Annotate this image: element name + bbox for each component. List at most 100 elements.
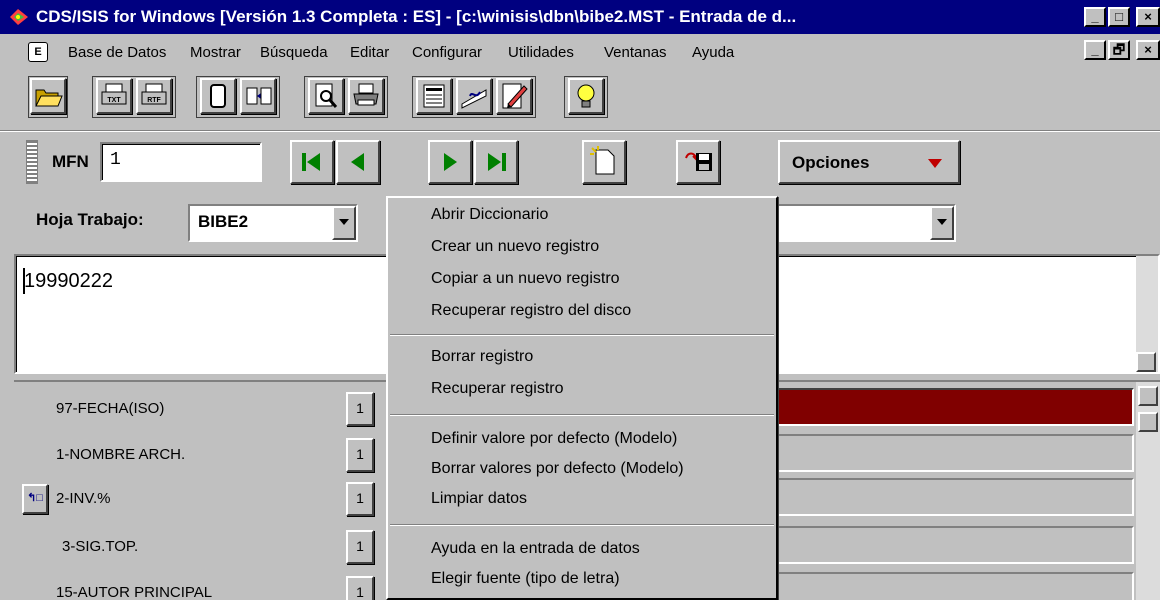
worksheet-dropdown-icon[interactable] [332, 206, 356, 240]
field-rep-sig[interactable]: 1 [346, 530, 374, 564]
field-value-fecha[interactable] [770, 388, 1134, 426]
app-logo-icon [10, 9, 28, 25]
open-folder-button[interactable] [30, 78, 66, 114]
first-record-button[interactable] [290, 140, 334, 184]
scroll-up-icon[interactable] [1138, 386, 1158, 406]
svg-text:TXT: TXT [107, 97, 121, 104]
dropdown-arrow-icon [928, 159, 942, 168]
scroll-down-icon[interactable] [1136, 352, 1156, 372]
mfn-input[interactable]: 1 [100, 142, 262, 182]
lightbulb-icon [577, 84, 595, 108]
save-record-button[interactable] [676, 140, 720, 184]
last-record-icon [488, 153, 506, 171]
menu-busqueda[interactable]: Búsqueda [260, 44, 328, 61]
printer-icon [353, 83, 379, 106]
menu-mostrar[interactable]: Mostrar [190, 44, 241, 61]
print-txt-button[interactable]: TXT [96, 78, 132, 114]
previous-record-button[interactable] [336, 140, 380, 184]
next-record-button[interactable] [428, 140, 472, 184]
sign-button[interactable] [456, 78, 492, 114]
document-menu-icon[interactable]: E [28, 42, 48, 62]
field-rep-nombre[interactable]: 1 [346, 438, 374, 472]
child-close-button[interactable]: × [1136, 40, 1160, 60]
form-button[interactable] [416, 78, 452, 114]
menu-item-abrir-diccionario[interactable]: Abrir Diccionario [431, 206, 548, 224]
new-page-icon [590, 146, 615, 175]
new-page-button[interactable] [582, 140, 626, 184]
menu-item-crear-registro[interactable]: Crear un nuevo registro [431, 238, 599, 256]
record-icon [210, 84, 226, 108]
menu-item-borrar-registro[interactable]: Borrar registro [431, 348, 533, 366]
menu-item-elegir-fuente[interactable]: Elegir fuente (tipo de letra) [431, 570, 620, 588]
field-editor-text: 19990222 [24, 270, 113, 292]
field-label-sig: 3-SIG.TOP. [62, 538, 139, 555]
menu-item-limpiar-datos[interactable]: Limpiar datos [431, 490, 527, 508]
copy-record-icon [246, 87, 272, 105]
printer-rtf-icon: RTF [141, 83, 167, 105]
preview-icon [315, 83, 338, 108]
field-label-nombre: 1-NOMBRE ARCH. [56, 446, 186, 463]
field-value-nombre[interactable] [770, 434, 1134, 472]
worksheet-select[interactable]: BIBE2 [188, 204, 358, 242]
preview-button[interactable] [308, 78, 344, 114]
opciones-context-menu: Abrir Diccionario Crear un nuevo registr… [386, 196, 778, 600]
menu-configurar[interactable]: Configurar [412, 44, 482, 61]
printer-txt-icon: TXT [101, 83, 127, 105]
close-button[interactable]: × [1136, 7, 1160, 27]
form-icon [423, 84, 445, 108]
field-rep-fecha[interactable]: 1 [346, 392, 374, 426]
menu-item-recuperar-disco[interactable]: Recuperar registro del disco [431, 302, 631, 320]
field-label-inv: 2-INV.% [56, 490, 111, 507]
editor-scrollbar[interactable] [1136, 256, 1158, 372]
print-rtf-button[interactable]: RTF [136, 78, 172, 114]
field-value-sig[interactable] [770, 526, 1134, 564]
opciones-label: Opciones [792, 153, 870, 172]
window-title: CDS/ISIS for Windows [Versión 1.3 Comple… [36, 7, 797, 26]
field-label-autor: 15-AUTOR PRINCIPAL [56, 584, 213, 600]
field-rep-inv[interactable]: 1 [346, 482, 374, 516]
menu-utilidades[interactable]: Utilidades [508, 44, 574, 61]
menu-ayuda[interactable]: Ayuda [692, 44, 734, 61]
child-restore-button[interactable]: 🗗 [1108, 40, 1130, 60]
copy-record-button[interactable] [240, 78, 276, 114]
field-rep-autor[interactable]: 1 [346, 576, 374, 600]
print-button[interactable] [348, 78, 384, 114]
help-button[interactable] [568, 78, 604, 114]
save-icon [685, 152, 712, 171]
menu-separator [390, 414, 774, 416]
menu-bar: E Base de Datos Mostrar Búsqueda Editar … [0, 34, 1160, 70]
menu-item-borrar-defecto[interactable]: Borrar valores por defecto (Modelo) [431, 460, 684, 478]
toolbar-grip[interactable] [26, 140, 38, 184]
menu-item-recuperar-registro[interactable]: Recuperar registro [431, 380, 564, 398]
field-value-autor[interactable] [770, 572, 1134, 600]
link-field-icon[interactable]: ↰□ [22, 484, 48, 514]
first-record-icon [302, 153, 320, 171]
second-dropdown-icon[interactable] [930, 206, 954, 240]
menu-base-de-datos[interactable]: Base de Datos [68, 44, 166, 61]
minimize-button[interactable]: _ [1084, 7, 1106, 27]
application-window: CDS/ISIS for Windows [Versión 1.3 Comple… [0, 0, 1160, 600]
opciones-button[interactable]: Opciones [778, 140, 960, 184]
menu-separator [390, 334, 774, 336]
title-bar: CDS/ISIS for Windows [Versión 1.3 Comple… [0, 0, 1160, 34]
menu-item-definir-defecto[interactable]: Definir valore por defecto (Modelo) [431, 430, 677, 448]
menu-ventanas[interactable]: Ventanas [604, 44, 667, 61]
new-record-button[interactable] [200, 78, 236, 114]
maximize-button[interactable]: □ [1108, 7, 1130, 27]
menu-item-ayuda-entrada[interactable]: Ayuda en la entrada de datos [431, 540, 640, 558]
second-select[interactable] [770, 204, 956, 242]
child-minimize-button[interactable]: _ [1084, 40, 1106, 60]
pencil-icon [502, 83, 528, 109]
list-scrollbar[interactable] [1136, 382, 1160, 600]
open-folder-icon [35, 89, 63, 107]
last-record-button[interactable] [474, 140, 518, 184]
menu-editar[interactable]: Editar [350, 44, 389, 61]
pencil-button[interactable] [496, 78, 532, 114]
scroll-thumb[interactable] [1138, 412, 1158, 432]
field-label-fecha: 97-FECHA(ISO) [56, 400, 165, 417]
menu-item-copiar-registro[interactable]: Copiar a un nuevo registro [431, 270, 620, 288]
field-value-inv[interactable] [770, 478, 1134, 516]
worksheet-value: BIBE2 [198, 212, 249, 231]
signature-icon [461, 89, 487, 109]
menu-separator [390, 524, 774, 526]
